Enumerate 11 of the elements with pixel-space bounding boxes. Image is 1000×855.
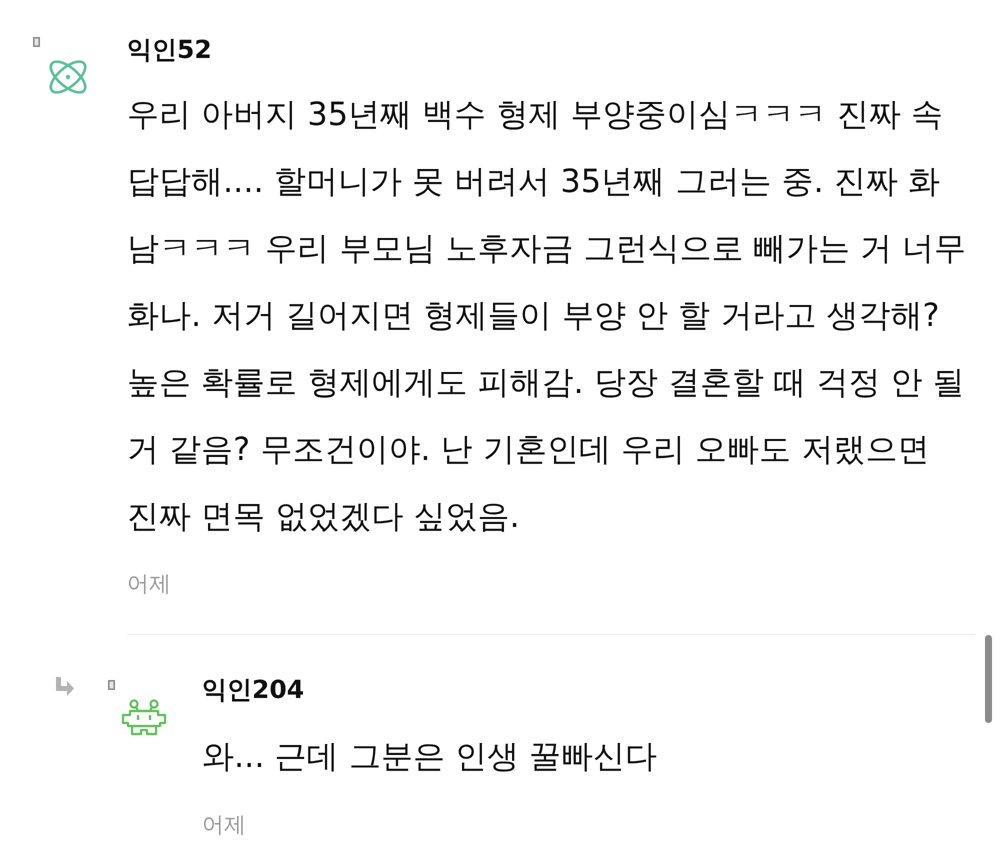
author-name: 익인52 (127, 35, 212, 65)
comment-text: 우리 아버지 35년째 백수 형제 부양중이심ㅋㅋㅋ 진짜 속 답답해.... 할머니가 못 버려서 35년째 그러는 중. 진짜 화 남ㅋㅋㅋ 우리 부모님 노후자금 그런식으로 빼가는 거 너무 화나. 저거 길어지면 형제들이 부양 안 할 거라고 생각해? 높은 확률로 형제에게도 피해감. 당장 결혼할 때 걱정 안 될 거 같음? 무조건이야. 난 기혼인데 우리 오빠도 저랬으면 진짜 면목 없었겠다 싶었음. (127, 94, 968, 537)
comment-time: 어제 (202, 812, 246, 840)
comment-text: 와... 근데 그분은 인생 꿀빠신다 (202, 736, 658, 777)
scrollbar-thumb[interactable] (985, 635, 992, 723)
bent-arrow-icon (55, 677, 75, 696)
small-rectangle-icon (33, 37, 40, 47)
author-name: 익인204 (202, 675, 304, 705)
space-invader-icon (120, 699, 168, 737)
small-rectangle-icon (108, 680, 115, 690)
comment-time: 어제 (127, 571, 171, 599)
